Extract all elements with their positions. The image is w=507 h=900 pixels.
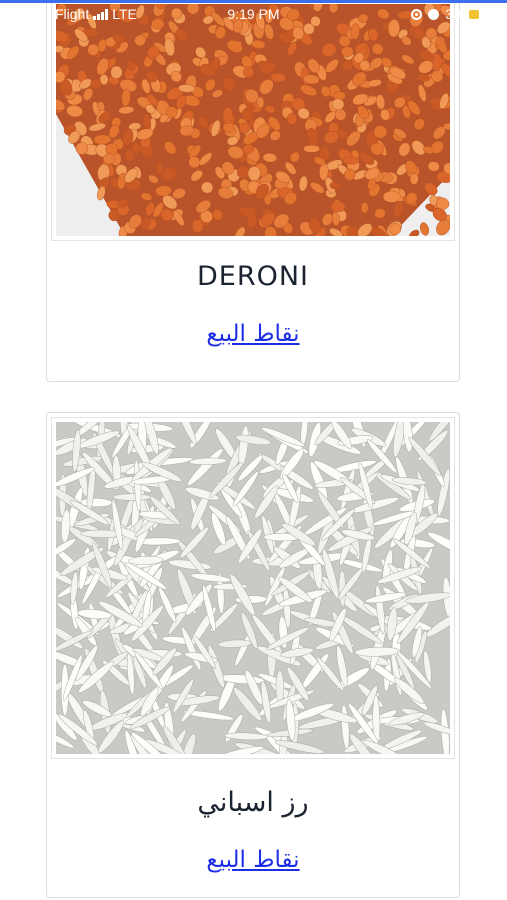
red-lentils-image bbox=[56, 4, 450, 236]
status-bar: Flight LTE 9:19 PM 33 bbox=[0, 0, 507, 28]
status-accent-line bbox=[0, 0, 507, 3]
status-right: 33 bbox=[411, 6, 461, 22]
product-image-frame[interactable] bbox=[51, 417, 455, 759]
alarm-icon bbox=[428, 8, 440, 20]
product-card[interactable]: رز اسباني نقاط البيع bbox=[46, 412, 460, 898]
product-title: رز اسباني bbox=[197, 787, 309, 818]
points-of-sale-link[interactable]: نقاط البيع bbox=[47, 321, 459, 347]
battery-percent: 33 bbox=[445, 6, 461, 22]
basmati-rice-image bbox=[56, 422, 450, 754]
product-card[interactable]: DERONI نقاط البيع bbox=[46, 0, 460, 382]
product-image[interactable] bbox=[56, 4, 450, 236]
product-image[interactable] bbox=[56, 422, 450, 754]
product-title: DERONI bbox=[196, 261, 310, 292]
points-of-sale-link[interactable]: نقاط البيع bbox=[47, 847, 459, 873]
product-image-frame[interactable] bbox=[51, 0, 455, 241]
location-icon bbox=[411, 8, 423, 20]
battery-icon bbox=[469, 10, 479, 19]
